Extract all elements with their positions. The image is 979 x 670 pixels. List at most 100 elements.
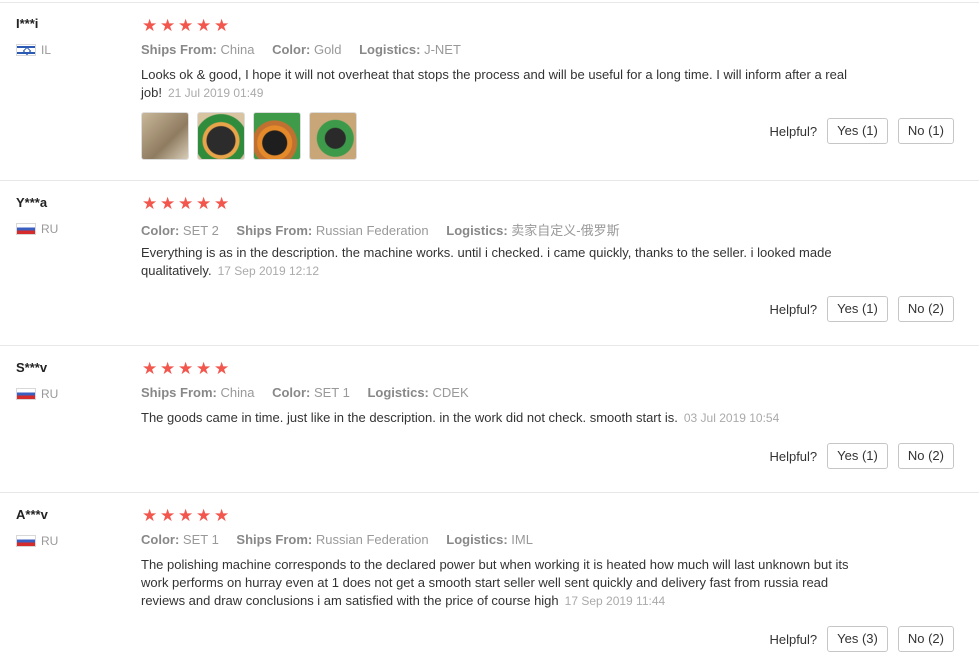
helpful-yes-button[interactable]: Yes (1) xyxy=(827,296,888,322)
russia-flag-icon xyxy=(16,223,36,235)
order-info: Color: SET 2 Ships From: Russian Federat… xyxy=(141,220,634,239)
reviewer-country: RU xyxy=(16,222,58,236)
review-divider xyxy=(0,345,979,346)
meta-key: Color: xyxy=(272,42,311,57)
helpful-yes-button[interactable]: Yes (1) xyxy=(827,443,888,469)
meta-key: Color: xyxy=(272,385,311,400)
helpful-label: Helpful? xyxy=(769,448,818,464)
russia-flag-icon xyxy=(16,388,36,400)
review-body: The goods came in time. just like in the… xyxy=(141,410,678,425)
meta-key: Ships From: xyxy=(236,532,313,547)
star-rating: ★ ★ ★ ★ ★ xyxy=(142,359,230,378)
star-icon: ★ xyxy=(160,359,176,378)
star-icon: ★ xyxy=(178,506,194,525)
meta-key: Logistics: xyxy=(359,42,421,57)
star-icon: ★ xyxy=(196,194,212,213)
helpful-vote: Helpful? Yes (1) No (2) xyxy=(769,443,954,469)
star-icon: ★ xyxy=(196,16,212,35)
star-rating: ★ ★ ★ ★ ★ xyxy=(142,506,230,525)
order-info: Ships From: China Color: Gold Logistics:… xyxy=(141,42,475,57)
review-date: 21 Jul 2019 01:49 xyxy=(167,86,264,100)
helpful-vote: Helpful? Yes (1) No (1) xyxy=(769,118,954,144)
review-photo-thumbnail[interactable] xyxy=(197,112,245,160)
review-photo-thumbnail[interactable] xyxy=(253,112,301,160)
star-icon: ★ xyxy=(160,16,176,35)
meta-value: IML xyxy=(511,532,533,547)
review-date: 17 Sep 2019 12:12 xyxy=(217,264,320,278)
helpful-yes-button[interactable]: Yes (1) xyxy=(827,118,888,144)
meta-value: SET 1 xyxy=(182,532,219,547)
helpful-no-button[interactable]: No (2) xyxy=(897,443,954,469)
meta-key: Ships From: xyxy=(141,385,217,400)
reviewer-name: S***v xyxy=(16,360,48,375)
review-divider xyxy=(0,492,979,493)
order-info: Color: SET 1 Ships From: Russian Federat… xyxy=(141,532,547,547)
review-photos xyxy=(141,112,357,160)
meta-key: Color: xyxy=(141,223,180,238)
star-icon: ★ xyxy=(160,194,176,213)
star-icon: ★ xyxy=(214,506,230,525)
reviewer-name: A***v xyxy=(16,507,48,522)
reviewer-country: RU xyxy=(16,534,58,548)
review-divider xyxy=(0,180,979,181)
star-icon: ★ xyxy=(178,16,194,35)
top-divider xyxy=(0,2,979,3)
country-code: RU xyxy=(41,387,59,401)
star-icon: ★ xyxy=(214,359,230,378)
meta-value: Russian Federation xyxy=(315,532,429,547)
helpful-no-button[interactable]: No (2) xyxy=(897,626,954,652)
russia-flag-icon xyxy=(16,535,36,547)
meta-key: Logistics: xyxy=(367,385,429,400)
meta-key: Ships From: xyxy=(141,42,217,57)
star-icon: ★ xyxy=(214,194,230,213)
helpful-label: Helpful? xyxy=(769,631,818,647)
helpful-no-button[interactable]: No (1) xyxy=(897,118,954,144)
review-text: The polishing machine corresponds to the… xyxy=(141,556,861,610)
meta-value: Gold xyxy=(313,42,342,57)
review-text: Looks ok & good, I hope it will not over… xyxy=(141,66,856,102)
helpful-label: Helpful? xyxy=(769,123,818,139)
star-icon: ★ xyxy=(160,506,176,525)
star-rating: ★ ★ ★ ★ ★ xyxy=(142,16,230,35)
meta-key: Logistics: xyxy=(446,532,508,547)
meta-value: 卖家自定义-俄罗斯 xyxy=(511,223,620,238)
review-body: The polishing machine corresponds to the… xyxy=(141,557,849,608)
reviewer-country: RU xyxy=(16,387,58,401)
meta-key: Logistics: xyxy=(446,223,508,238)
star-icon: ★ xyxy=(178,194,194,213)
star-icon: ★ xyxy=(142,16,158,35)
star-icon: ★ xyxy=(142,506,158,525)
star-icon: ★ xyxy=(196,506,212,525)
review-photo-thumbnail[interactable] xyxy=(141,112,189,160)
star-icon: ★ xyxy=(142,194,158,213)
star-icon: ★ xyxy=(214,16,230,35)
helpful-vote: Helpful? Yes (3) No (2) xyxy=(769,626,954,652)
meta-key: Ships From: xyxy=(236,223,313,238)
reviewer-country: IL xyxy=(16,43,51,57)
meta-value: SET 1 xyxy=(313,385,350,400)
helpful-label: Helpful? xyxy=(769,301,818,317)
meta-value: Russian Federation xyxy=(315,223,429,238)
review-text: The goods came in time. just like in the… xyxy=(141,409,901,427)
star-rating: ★ ★ ★ ★ ★ xyxy=(142,194,230,213)
country-code: IL xyxy=(41,43,52,57)
meta-value: J-NET xyxy=(424,42,461,57)
helpful-vote: Helpful? Yes (1) No (2) xyxy=(769,296,954,322)
reviewer-name: I***i xyxy=(16,16,39,31)
reviewer-name: Y***a xyxy=(16,195,48,210)
country-code: RU xyxy=(41,222,59,236)
review-date: 17 Sep 2019 11:44 xyxy=(564,594,666,608)
meta-value: China xyxy=(220,42,255,57)
review-date: 03 Jul 2019 10:54 xyxy=(683,411,780,425)
review-photo-thumbnail[interactable] xyxy=(309,112,357,160)
order-info: Ships From: China Color: SET 1 Logistics… xyxy=(141,385,483,400)
helpful-yes-button[interactable]: Yes (3) xyxy=(827,626,888,652)
israel-flag-icon xyxy=(16,44,36,56)
star-icon: ★ xyxy=(178,359,194,378)
meta-value: China xyxy=(220,385,255,400)
helpful-no-button[interactable]: No (2) xyxy=(897,296,954,322)
star-icon: ★ xyxy=(142,359,158,378)
meta-key: Color: xyxy=(141,532,180,547)
meta-value: SET 2 xyxy=(182,223,219,238)
meta-value: CDEK xyxy=(432,385,469,400)
